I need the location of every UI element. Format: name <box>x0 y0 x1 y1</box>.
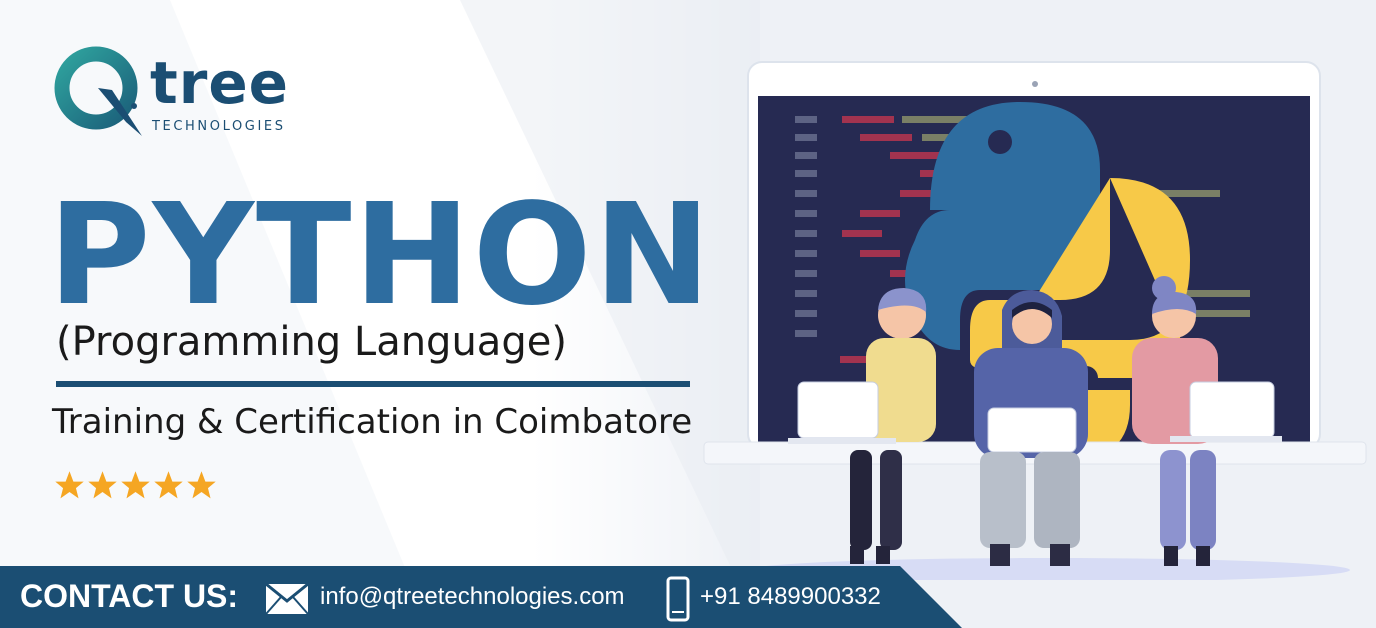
email-link[interactable]: info@qtreetechnologies.com <box>320 583 625 611</box>
logo-subtitle: TECHNOLOGIES <box>152 119 286 134</box>
smartphone-icon <box>666 576 690 622</box>
page-title: PYTHON <box>48 174 713 337</box>
star-icon <box>121 471 150 499</box>
star-icon <box>187 471 216 499</box>
divider <box>56 381 690 387</box>
star-icon <box>88 471 117 499</box>
page-subtitle: (Programming Language) <box>56 319 567 365</box>
qtree-logo[interactable]: tree TECHNOLOGIES <box>52 44 312 140</box>
python-illustration <box>703 61 1367 580</box>
star-icon <box>55 471 84 499</box>
star-icon <box>154 471 183 499</box>
contact-label: CONTACT US: <box>20 578 239 614</box>
phone-link[interactable]: +91 8489900332 <box>700 583 881 611</box>
q-logo-icon <box>54 46 142 136</box>
envelope-icon <box>265 583 309 615</box>
tagline: Training & Certification in Coimbatore <box>52 402 693 442</box>
logo-wordmark: tree <box>150 49 290 117</box>
rating-stars <box>54 470 217 501</box>
